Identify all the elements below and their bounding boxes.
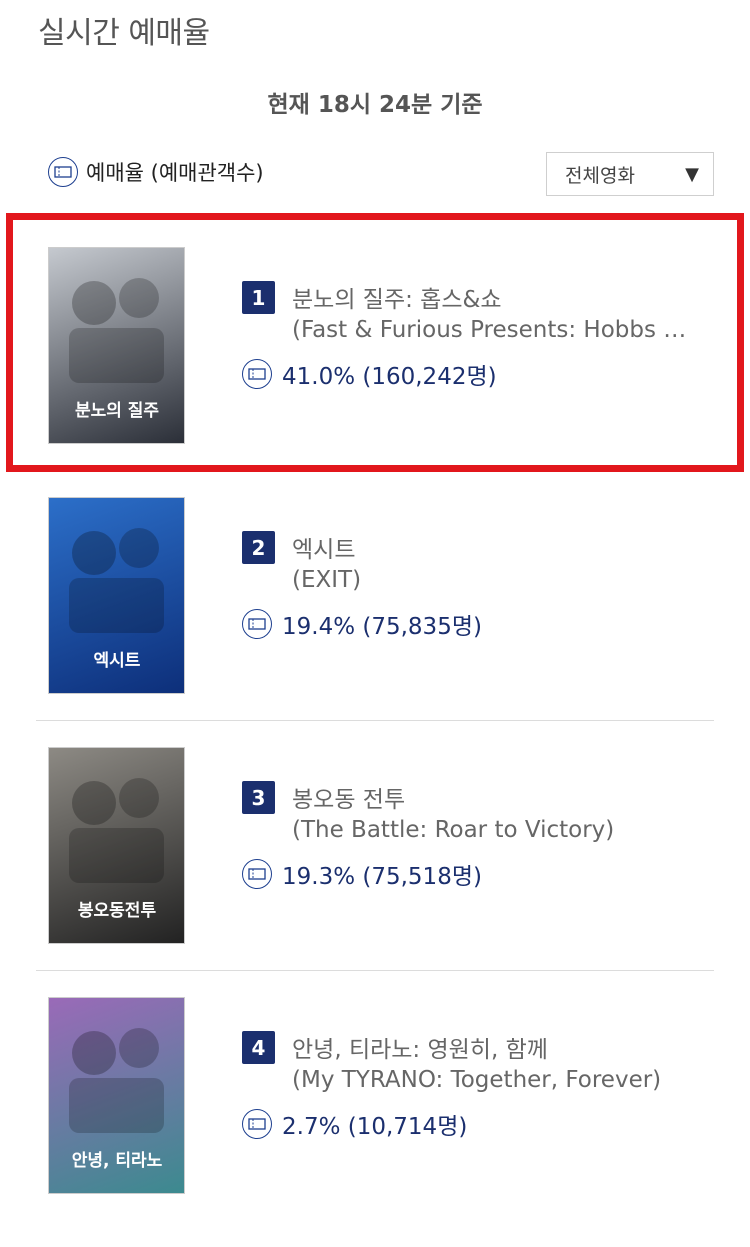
- rank-badge: 3: [242, 781, 275, 814]
- ticket-icon: [242, 1109, 272, 1139]
- time-suffix: 기준: [440, 92, 483, 118]
- movie-title[interactable]: 안녕, 티라노: 영원히, 함께: [292, 1030, 548, 1064]
- chevron-down-icon: ▼: [685, 163, 699, 185]
- movie-title[interactable]: 봉오동 전투: [292, 780, 405, 814]
- movie-original-title: (EXIT): [292, 567, 362, 593]
- time-prefix: 현재: [267, 92, 310, 118]
- reservation-rate: 19.4% (75,835명): [242, 607, 482, 641]
- movie-row[interactable]: 엑시트 2 엑시트 (EXIT) 19.4% (75,835명): [36, 497, 714, 747]
- page-title: 실시간 예매율: [38, 16, 210, 51]
- movie-title[interactable]: 엑시트: [292, 530, 355, 564]
- row-divider: [36, 720, 714, 721]
- time-value: 18시 24분: [317, 92, 433, 118]
- ticket-icon: [48, 157, 78, 187]
- row-divider: [36, 970, 714, 971]
- movie-poster[interactable]: 봉오동전투: [48, 747, 185, 944]
- poster-title-text: 봉오동전투: [78, 901, 157, 921]
- movie-row[interactable]: 봉오동전투 3 봉오동 전투 (The Battle: Roar to Victory…: [36, 747, 714, 997]
- ticket-icon: [242, 609, 272, 639]
- rank-badge: 2: [242, 531, 275, 564]
- poster-title-text: 안녕, 티라노: [72, 1150, 163, 1171]
- movie-row[interactable]: 안녕, 티라노 4 안녕, 티라노: 영원히, 함께 (My TYRANO: Toge…: [36, 997, 714, 1247]
- ticket-icon: [242, 859, 272, 889]
- rate-value: 19.3% (75,518명): [282, 864, 482, 890]
- legend-label: 예매율 (예매관객수): [86, 161, 264, 185]
- rate-value: 19.4% (75,835명): [282, 614, 482, 640]
- legend: 예매율 (예매관객수): [48, 157, 264, 187]
- movie-poster[interactable]: 엑시트: [48, 497, 185, 694]
- reference-time: 현재 18시 24분 기준: [0, 85, 750, 119]
- highlight-frame: [6, 213, 744, 472]
- rank-badge: 4: [242, 1031, 275, 1064]
- movie-poster[interactable]: 안녕, 티라노: [48, 997, 185, 1194]
- rate-value: 2.7% (10,714명): [282, 1114, 468, 1140]
- movie-original-title: (The Battle: Roar to Victory): [292, 817, 615, 843]
- poster-title-text: 엑시트: [94, 651, 141, 671]
- filter-selected-value: 전체영화: [565, 164, 635, 187]
- movie-filter-select[interactable]: 전체영화 ▼: [546, 152, 714, 196]
- reservation-rate: 19.3% (75,518명): [242, 857, 482, 891]
- reservation-rate: 2.7% (10,714명): [242, 1107, 467, 1141]
- movie-original-title: (My TYRANO: Together, Forever): [292, 1067, 662, 1093]
